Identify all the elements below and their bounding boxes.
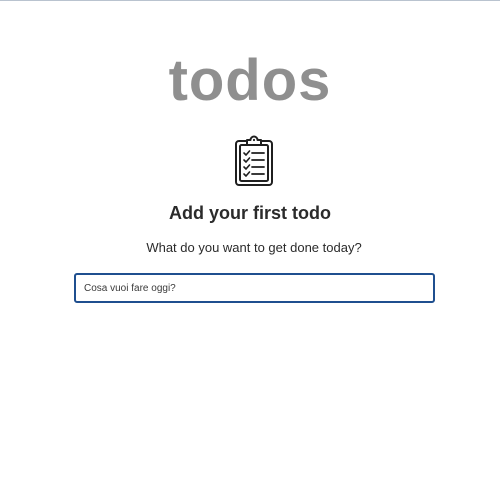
todo-app: todos Add your first todo What do you wa… [0, 0, 500, 500]
empty-state-heading: Add your first todo [169, 203, 331, 223]
clipboard-checklist-icon [233, 134, 275, 186]
new-todo-input[interactable] [74, 273, 435, 303]
app-title: todos [168, 48, 332, 113]
empty-state-subtext: What do you want to get done today? [146, 240, 362, 255]
